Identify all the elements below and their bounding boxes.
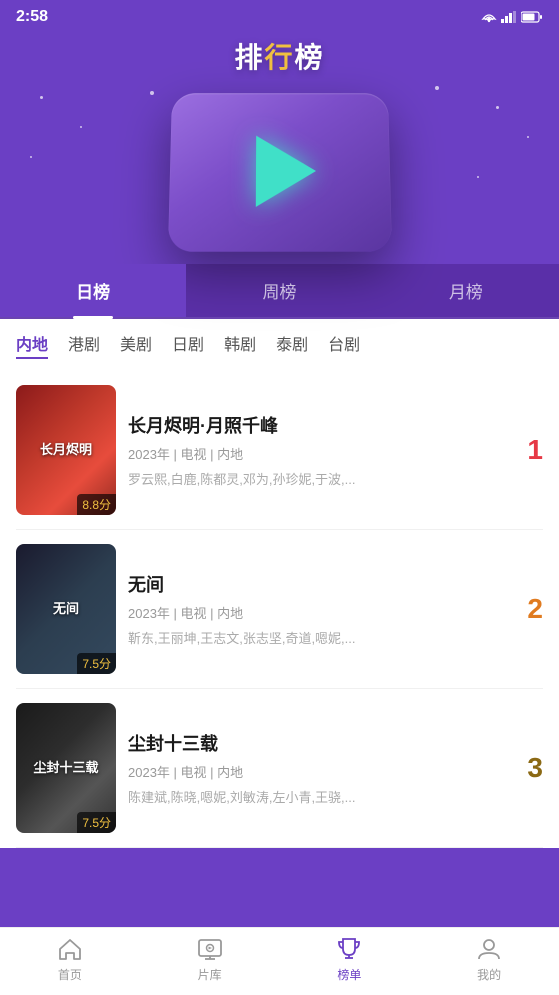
nav-mine-label: 我的 (477, 966, 501, 983)
nav-library[interactable]: 片库 (140, 936, 280, 983)
cat-jp[interactable]: 日剧 (172, 331, 204, 359)
thumbnail-2: 无间 7.5分 (16, 544, 116, 674)
item-title-3: 尘封十三载 (128, 730, 501, 756)
item-info-1: 长月烬明·月照千峰 2023年 | 电视 | 内地 罗云熙,白鹿,陈都灵,邓为,… (116, 408, 513, 492)
cat-mainland[interactable]: 内地 (16, 331, 48, 359)
poster-title-1: 长月烬明 (40, 441, 92, 459)
category-filter: 内地 港剧 美剧 日剧 韩剧 泰剧 台剧 (0, 319, 559, 371)
play-button-icon (255, 136, 316, 207)
bottom-navigation: 首页 片库 榜单 我的 (0, 927, 559, 995)
ranking-list: 长月烬明 8.8分 长月烬明·月照千峰 2023年 | 电视 | 内地 罗云熙,… (0, 371, 559, 848)
home-icon (57, 936, 83, 962)
cat-th[interactable]: 泰剧 (276, 331, 308, 359)
table-row[interactable]: 长月烬明 8.8分 长月烬明·月照千峰 2023年 | 电视 | 内地 罗云熙,… (16, 371, 543, 530)
rank-number-1: 1 (513, 434, 543, 466)
score-badge-1: 8.8分 (77, 494, 116, 515)
status-time: 2:58 (16, 8, 48, 26)
cat-hk[interactable]: 港剧 (68, 331, 100, 359)
nav-mine[interactable]: 我的 (419, 936, 559, 983)
tv-icon (197, 936, 223, 962)
item-meta-3: 2023年 | 电视 | 内地 (128, 762, 501, 781)
cat-us[interactable]: 美剧 (120, 331, 152, 359)
item-meta-1: 2023年 | 电视 | 内地 (128, 444, 501, 463)
trophy-icon (336, 936, 362, 962)
table-row[interactable]: 无间 7.5分 无间 2023年 | 电视 | 内地 靳东,王丽坤,王志文,张志… (16, 530, 543, 689)
wifi-icon (481, 11, 497, 23)
nav-home-label: 首页 (58, 966, 82, 983)
thumbnail-1: 长月烬明 8.8分 (16, 385, 116, 515)
tab-weekly[interactable]: 周榜 (186, 264, 372, 317)
tabs-container: 日榜 周榜 月榜 (0, 264, 559, 319)
page-header: 排行榜 (0, 30, 559, 76)
item-cast-1: 罗云熙,白鹿,陈都灵,邓为,孙珍妮,于波,... (128, 469, 501, 488)
hero-section (0, 76, 559, 256)
item-cast-3: 陈建斌,陈晓,嗯妮,刘敏涛,左小青,王骁,... (128, 787, 501, 806)
tab-daily[interactable]: 日榜 (0, 264, 186, 317)
poster-title-3: 尘封十三载 (33, 759, 98, 777)
cat-kr[interactable]: 韩剧 (224, 331, 256, 359)
nav-ranking-label: 榜单 (337, 966, 361, 983)
header-title: 排行榜 (0, 36, 559, 76)
rank-number-3: 3 (513, 752, 543, 784)
poster-title-2: 无间 (53, 600, 79, 618)
user-icon (476, 936, 502, 962)
signal-icon (501, 11, 517, 23)
tab-monthly[interactable]: 月榜 (373, 264, 559, 317)
item-meta-2: 2023年 | 电视 | 内地 (128, 603, 501, 622)
nav-library-label: 片库 (198, 966, 222, 983)
score-badge-2: 7.5分 (77, 653, 116, 674)
nav-home[interactable]: 首页 (0, 936, 140, 983)
item-info-3: 尘封十三载 2023年 | 电视 | 内地 陈建斌,陈晓,嗯妮,刘敏涛,左小青,… (116, 726, 513, 810)
table-row[interactable]: 尘封十三载 7.5分 尘封十三载 2023年 | 电视 | 内地 陈建斌,陈晓,… (16, 689, 543, 848)
status-icons (481, 11, 543, 23)
nav-ranking[interactable]: 榜单 (280, 936, 420, 983)
score-badge-3: 7.5分 (77, 812, 116, 833)
item-info-2: 无间 2023年 | 电视 | 内地 靳东,王丽坤,王志文,张志坚,奇道,嗯妮,… (116, 567, 513, 651)
cat-tw[interactable]: 台剧 (328, 331, 360, 359)
battery-icon (521, 11, 543, 23)
item-title-2: 无间 (128, 571, 501, 597)
status-bar: 2:58 (0, 0, 559, 30)
item-title-1: 长月烬明·月照千峰 (128, 412, 501, 438)
item-cast-2: 靳东,王丽坤,王志文,张志坚,奇道,嗯妮,... (128, 628, 501, 647)
hero-box (167, 93, 391, 251)
thumbnail-3: 尘封十三载 7.5分 (16, 703, 116, 833)
rank-number-2: 2 (513, 593, 543, 625)
